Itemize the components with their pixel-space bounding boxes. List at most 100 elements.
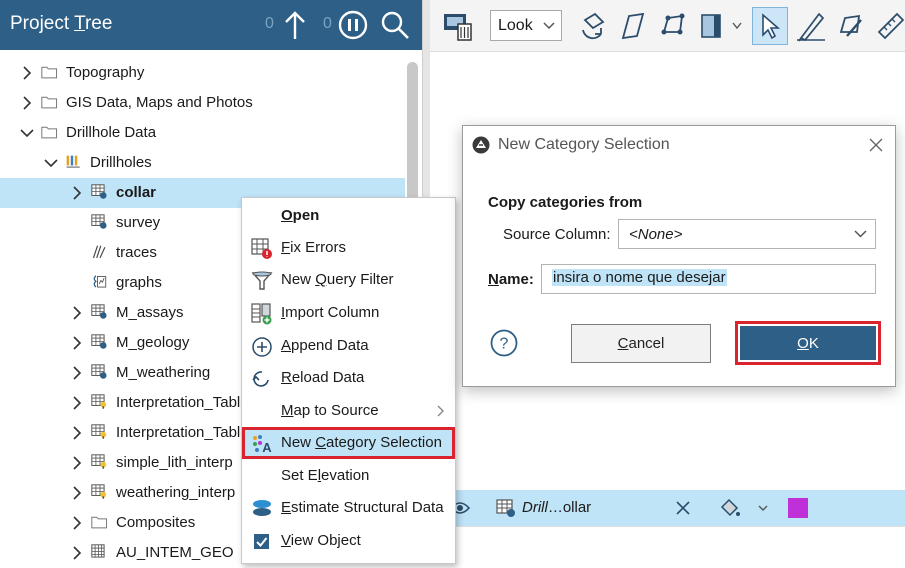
- slice-view-icon[interactable]: [698, 10, 730, 42]
- source-column-label: Source Column:: [503, 226, 611, 243]
- ruler-icon[interactable]: [875, 10, 905, 42]
- menu-item-label: Set Elevation: [281, 467, 370, 484]
- tree-item-label: M_geology: [116, 334, 190, 351]
- source-column-dropdown[interactable]: <None>: [618, 219, 876, 249]
- chevron-right-icon[interactable]: [70, 366, 84, 380]
- table-icon: [91, 184, 107, 199]
- traces-icon: [92, 245, 106, 259]
- svg-text:?: ?: [500, 336, 509, 353]
- arrow-up-icon[interactable]: [279, 9, 311, 41]
- table-icon: [91, 364, 107, 379]
- tree-item-label: GIS Data, Maps and Photos: [66, 94, 253, 111]
- edit-points-icon[interactable]: [835, 10, 867, 42]
- folder-icon: [41, 126, 58, 139]
- append-data-icon: [252, 337, 272, 357]
- menu-item-label: Map to Source: [281, 402, 379, 419]
- menu-item-new-query-filter[interactable]: New Query Filter: [242, 264, 455, 296]
- chevron-down-icon[interactable]: [44, 156, 58, 170]
- scene-item-label: Drill…ollar: [522, 499, 592, 516]
- menu-item-label: New Query Filter: [281, 271, 394, 288]
- tree-item-label: Drillholes: [90, 154, 152, 171]
- copy-categories-heading: Copy categories from: [488, 194, 643, 211]
- chevron-down-icon[interactable]: [758, 505, 768, 512]
- scene-list-empty: [430, 526, 905, 564]
- tree-item-label: M_weathering: [116, 364, 211, 381]
- print-trash-icon[interactable]: [442, 10, 474, 42]
- grid-table-icon: [91, 544, 105, 558]
- menu-item-label: Estimate Structural Data: [281, 499, 444, 516]
- chevron-right-icon[interactable]: [20, 96, 34, 110]
- chevron-right-icon[interactable]: [70, 486, 84, 500]
- chevron-right-icon[interactable]: [70, 426, 84, 440]
- pause-icon[interactable]: [337, 9, 369, 41]
- tree-item[interactable]: Drillholes: [0, 148, 405, 178]
- tree-item-label: simple_lith_interp: [116, 454, 233, 471]
- tree-item[interactable]: Topography: [0, 58, 405, 88]
- chevron-down-icon[interactable]: [20, 126, 34, 140]
- chevron-right-icon[interactable]: [70, 396, 84, 410]
- tree-item-label: M_assays: [116, 304, 184, 321]
- close-icon[interactable]: [675, 500, 691, 516]
- tree-item-label: Topography: [66, 64, 145, 81]
- rotate-view-icon[interactable]: [577, 10, 609, 42]
- ok-button[interactable]: OK: [740, 326, 876, 360]
- reload-data-icon: [252, 371, 269, 387]
- draw-plane-icon[interactable]: [617, 10, 649, 42]
- chevron-down-icon[interactable]: [732, 22, 742, 30]
- cancel-button[interactable]: Cancel: [571, 324, 711, 363]
- paint-bucket-icon[interactable]: [718, 497, 742, 519]
- draw-line-icon[interactable]: [795, 10, 827, 42]
- chevron-right-icon[interactable]: [70, 306, 84, 320]
- tree-item-label: Interpretation_Table: [116, 394, 249, 411]
- menu-item-reload-data[interactable]: Reload Data: [242, 362, 455, 394]
- chevron-down-icon: [543, 22, 555, 30]
- chevron-right-icon[interactable]: [70, 546, 84, 560]
- tree-item-label: collar: [116, 184, 157, 201]
- new-category-selection-dialog: New Category Selection Copy categories f…: [462, 125, 896, 387]
- menu-item-fix-errors[interactable]: Fix Errors: [242, 232, 455, 264]
- menu-item-append-data[interactable]: Append Data: [242, 330, 455, 362]
- table-icon: [496, 499, 515, 517]
- ok-button-label: OK: [797, 334, 819, 352]
- tree-item-label: weathering_interp: [116, 484, 236, 501]
- project-tree-header: Project Tree 0 0: [0, 0, 422, 50]
- table-icon: [91, 214, 107, 229]
- interp-table-icon: [91, 484, 107, 499]
- interp-table-icon: [91, 394, 107, 409]
- dialog-title: New Category Selection: [498, 136, 670, 153]
- menu-item-label: Fix Errors: [281, 239, 347, 256]
- folder-icon: [41, 96, 58, 109]
- cancel-button-label: Cancel: [617, 335, 665, 352]
- select-tool-button[interactable]: [752, 7, 788, 45]
- scene-list-row[interactable]: Drill…ollar: [430, 490, 905, 526]
- menu-item-label: Reload Data: [281, 369, 365, 386]
- menu-item-open[interactable]: Open: [242, 200, 455, 232]
- menu-item-set-elevation[interactable]: Set Elevation: [242, 460, 455, 492]
- folder-icon: [91, 516, 108, 529]
- chevron-right-icon[interactable]: [70, 456, 84, 470]
- menu-item-label: New Category Selection: [281, 434, 442, 451]
- tree-item[interactable]: Drillhole Data: [0, 118, 405, 148]
- source-column-value: <None>: [629, 226, 683, 243]
- move-points-icon[interactable]: [658, 10, 690, 42]
- cursor-arrow-icon: [762, 13, 781, 40]
- menu-item-import-column[interactable]: Import Column: [242, 297, 455, 329]
- tree-item-label: graphs: [116, 274, 162, 291]
- search-icon[interactable]: [379, 9, 411, 41]
- menu-item-estimate-structural-data[interactable]: Estimate Structural Data: [242, 492, 455, 524]
- dialog-titlebar[interactable]: New Category Selection: [463, 126, 895, 164]
- close-icon[interactable]: [867, 136, 885, 154]
- chevron-right-icon[interactable]: [70, 186, 84, 200]
- menu-item-view-object[interactable]: View Object: [242, 525, 455, 557]
- tree-item-label: Composites: [116, 514, 196, 531]
- menu-item-new-category-selection[interactable]: A New Category Selection: [242, 427, 455, 459]
- help-icon[interactable]: ?: [490, 329, 518, 357]
- look-dropdown[interactable]: Look: [490, 10, 562, 41]
- color-swatch[interactable]: [788, 498, 808, 518]
- chevron-right-icon[interactable]: [70, 516, 84, 530]
- tree-item[interactable]: GIS Data, Maps and Photos: [0, 88, 405, 118]
- chevron-right-icon[interactable]: [70, 336, 84, 350]
- menu-item-label: View Object: [281, 532, 361, 549]
- chevron-right-icon[interactable]: [20, 66, 34, 80]
- menu-item-map-to-source[interactable]: Map to Source: [242, 395, 455, 427]
